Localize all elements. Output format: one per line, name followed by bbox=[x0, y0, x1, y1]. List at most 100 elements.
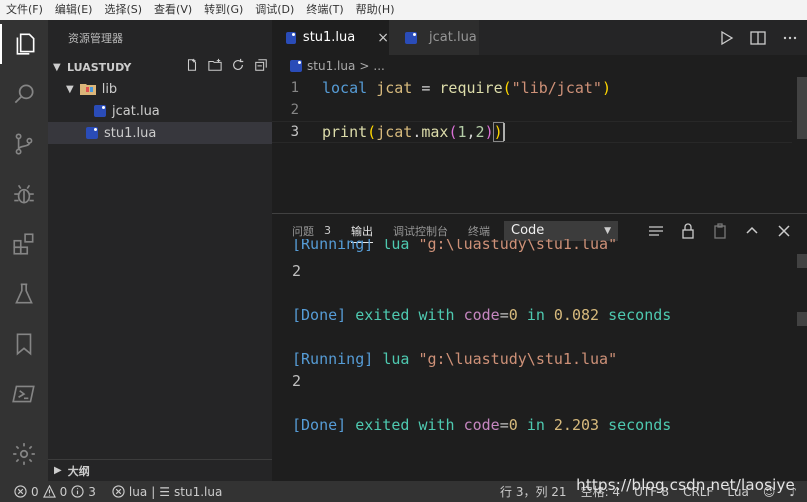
menu-terminal[interactable]: 终端(T) bbox=[300, 0, 349, 20]
paren: ( bbox=[502, 79, 512, 97]
source-control-button[interactable] bbox=[0, 124, 48, 164]
source-control-icon bbox=[15, 133, 33, 155]
outline-status[interactable]: lua | ☰ stu1.lua bbox=[112, 485, 222, 499]
explorer-button[interactable] bbox=[0, 24, 48, 64]
outline-section-header[interactable]: ▶ 大纲 bbox=[48, 459, 272, 481]
menu-view[interactable]: 查看(V) bbox=[148, 0, 198, 20]
variable: jcat bbox=[376, 123, 413, 141]
breadcrumb-file[interactable]: stu1.lua bbox=[307, 59, 355, 73]
info-icon bbox=[71, 485, 84, 498]
search-button[interactable] bbox=[0, 74, 48, 114]
open-log-icon[interactable] bbox=[711, 222, 729, 240]
refresh-icon[interactable] bbox=[231, 58, 245, 72]
settings-button[interactable] bbox=[0, 434, 48, 474]
lua-file-icon bbox=[86, 127, 98, 139]
new-folder-icon[interactable] bbox=[208, 58, 222, 72]
variable: jcat bbox=[376, 79, 413, 97]
chevron-up-icon[interactable] bbox=[743, 222, 761, 240]
problems-status[interactable]: 0 0 3 bbox=[14, 485, 96, 499]
code-line-2: 2 bbox=[272, 99, 792, 121]
menu-help[interactable]: 帮助(H) bbox=[350, 0, 401, 20]
close-icon[interactable] bbox=[775, 222, 793, 240]
split-editor-icon[interactable] bbox=[749, 29, 767, 47]
editor-scrollbar[interactable] bbox=[797, 77, 807, 139]
error-icon bbox=[14, 485, 27, 498]
tab-jcat-lua[interactable]: jcat.lua bbox=[389, 20, 479, 55]
folder-label: lib bbox=[101, 81, 118, 97]
run-icon[interactable] bbox=[717, 29, 735, 47]
bookmarks-button[interactable] bbox=[0, 324, 48, 364]
operator: , bbox=[466, 123, 476, 141]
new-file-icon[interactable] bbox=[185, 58, 199, 72]
clear-output-icon[interactable] bbox=[647, 222, 665, 240]
select-value: Code bbox=[511, 223, 545, 238]
output-scrollbar[interactable] bbox=[797, 254, 807, 268]
menu-edit[interactable]: 编辑(E) bbox=[49, 0, 99, 20]
menu-goto[interactable]: 转到(G) bbox=[198, 0, 249, 20]
folder-lib[interactable]: ▼ lib bbox=[48, 78, 272, 100]
workspace-name: LUASTUDY bbox=[67, 60, 132, 74]
file-stu1-lua[interactable]: stu1.lua bbox=[48, 122, 272, 144]
line-number: 3 bbox=[290, 124, 299, 140]
test-button[interactable] bbox=[0, 274, 48, 314]
watermark: https://blog.csdn.net/laosiye bbox=[576, 476, 795, 494]
activity-bar bbox=[0, 20, 48, 481]
log-number: 2.203 bbox=[553, 416, 600, 434]
operator: = bbox=[421, 79, 431, 97]
file-jcat-lua[interactable]: jcat.lua bbox=[48, 100, 272, 122]
tab-stu1-lua[interactable]: stu1.lua × bbox=[272, 20, 389, 55]
string-literal: "lib/jcat" bbox=[511, 79, 602, 97]
log-word: with bbox=[418, 306, 455, 324]
cursor-position[interactable]: 行 3，列 21 bbox=[500, 483, 567, 500]
warning-count: 0 bbox=[59, 484, 68, 499]
explorer-sidebar: 资源管理器 ▼ LUASTUDY ▼ lib jcat.lua stu1.lua… bbox=[48, 20, 272, 481]
paren: ) bbox=[484, 123, 494, 141]
log-word: exited bbox=[355, 416, 410, 434]
menu-file[interactable]: 文件(F) bbox=[0, 0, 49, 20]
file-label: stu1.lua bbox=[104, 125, 157, 141]
output-line: [Done] exited with code = 0 in 2.203 secon… bbox=[292, 414, 671, 436]
output-scrollbar-thumb[interactable] bbox=[797, 312, 807, 326]
output-channel-select[interactable]: Code ▼ bbox=[504, 220, 618, 241]
extensions-button[interactable] bbox=[0, 224, 48, 264]
log-tag: [Done] bbox=[292, 306, 347, 324]
folder-icon bbox=[79, 84, 96, 95]
paren: ) bbox=[492, 122, 504, 142]
log-word: = bbox=[499, 306, 509, 324]
breadcrumb-symbols[interactable]: ... bbox=[373, 59, 384, 73]
close-icon[interactable]: × bbox=[377, 30, 389, 46]
log-tag: [Running] bbox=[292, 350, 374, 368]
outline-label: 大纲 bbox=[67, 464, 90, 478]
log-word: seconds bbox=[608, 306, 672, 324]
collapse-all-icon[interactable] bbox=[254, 58, 268, 72]
more-icon[interactable] bbox=[781, 29, 799, 47]
chevron-down-icon: ▼ bbox=[604, 225, 611, 236]
chevron-down-icon: ▼ bbox=[53, 61, 61, 73]
log-result: 2 bbox=[292, 372, 302, 390]
menu-selection[interactable]: 选择(S) bbox=[98, 0, 148, 20]
log-path: "g:\luastudy\stu1.lua" bbox=[418, 239, 618, 253]
error-count: 0 bbox=[31, 484, 39, 499]
lua-file-icon bbox=[405, 31, 417, 44]
search-icon bbox=[14, 84, 34, 104]
warning-icon bbox=[42, 485, 56, 498]
status-file: stu1.lua bbox=[174, 484, 223, 499]
code-line-1: 1 local jcat = require("lib/jcat") bbox=[272, 77, 792, 99]
log-word: with bbox=[418, 416, 455, 434]
powershell-button[interactable] bbox=[0, 374, 48, 414]
editor-actions bbox=[717, 20, 799, 55]
tab-bar: stu1.lua × jcat.lua bbox=[272, 20, 807, 55]
paren: ( bbox=[448, 123, 458, 141]
lua-file-icon bbox=[290, 60, 302, 72]
log-number: 0 bbox=[508, 416, 518, 434]
output-line: [Running] lua "g:\luastudy\stu1.lua" bbox=[292, 239, 617, 253]
debug-button[interactable] bbox=[0, 174, 48, 214]
lock-icon[interactable] bbox=[679, 222, 697, 240]
list-icon: ☰ bbox=[159, 484, 171, 499]
menu-debug[interactable]: 调试(D) bbox=[249, 0, 300, 20]
problems-count-badge: 3 bbox=[324, 224, 331, 237]
number-literal: 1 bbox=[457, 123, 467, 141]
sidebar-title: 资源管理器 bbox=[68, 32, 123, 45]
log-word: seconds bbox=[608, 416, 672, 434]
log-word: in bbox=[526, 306, 545, 324]
